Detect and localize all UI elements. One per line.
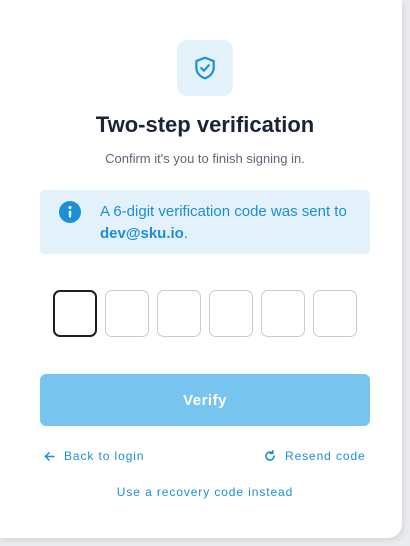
back-to-login-link[interactable]: Back to login: [44, 449, 144, 463]
info-alert: A 6-digit verification code was sent to …: [40, 190, 370, 254]
verification-card: Two-step verification Confirm it's you t…: [0, 0, 402, 538]
code-inputs: [53, 290, 357, 337]
arrow-left-icon: [44, 451, 55, 461]
resend-code-link[interactable]: Resend code: [264, 449, 366, 463]
page-title: Two-step verification: [95, 112, 315, 137]
recovery-code-link[interactable]: Use a recovery code instead: [0, 485, 410, 499]
shield-badge: [177, 40, 233, 96]
code-digit-6[interactable]: [313, 290, 357, 337]
alert-message: A 6-digit verification code was sent to …: [100, 201, 364, 245]
info-icon: [59, 201, 81, 223]
code-digit-5[interactable]: [261, 290, 305, 337]
alert-text-after: .: [183, 225, 188, 242]
code-digit-3[interactable]: [157, 290, 201, 337]
alert-text-before: A 6-digit verification code was sent to: [100, 203, 347, 220]
shield-check-icon: [195, 56, 215, 80]
resend-code-label: Resend code: [285, 449, 366, 463]
code-digit-4[interactable]: [209, 290, 253, 337]
code-digit-2[interactable]: [105, 290, 149, 337]
page-subtitle: Confirm it's you to finish signing in.: [105, 151, 305, 166]
back-to-login-label: Back to login: [64, 449, 145, 463]
code-digit-1[interactable]: [53, 290, 97, 337]
refresh-icon: [265, 450, 275, 461]
verify-button[interactable]: Verify: [40, 374, 370, 426]
alert-email: dev@sku.io: [100, 225, 184, 242]
